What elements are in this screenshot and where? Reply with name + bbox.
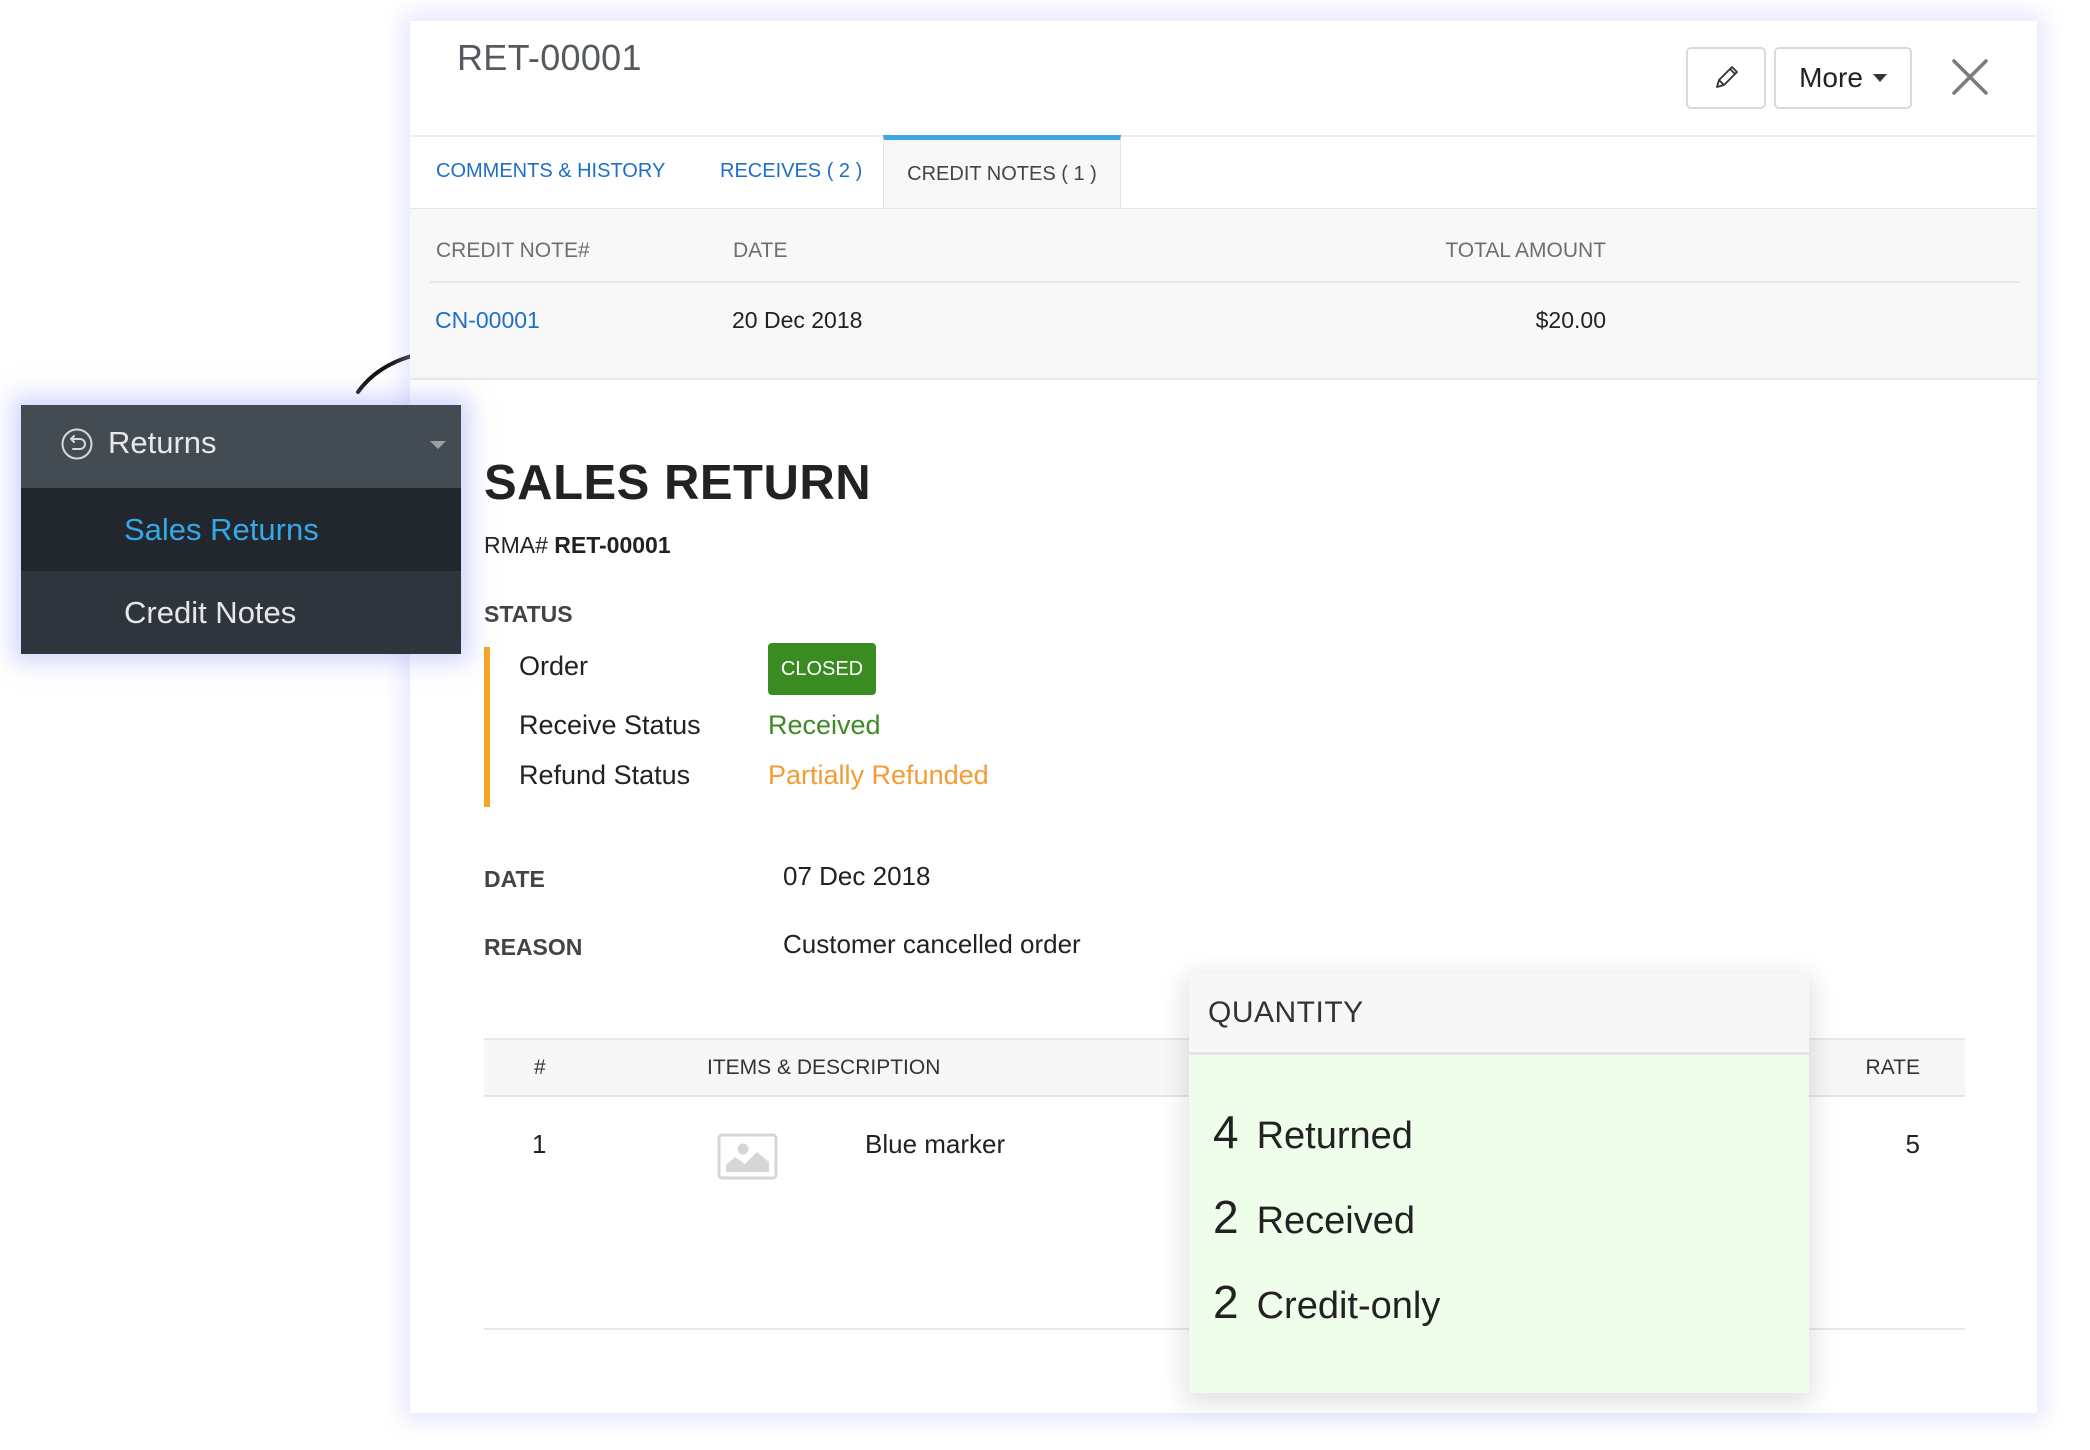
item-index: 1 — [532, 1129, 547, 1159]
rma-number: RMA# RET-00001 — [484, 532, 671, 559]
quantity-label: Credit-only — [1256, 1285, 1441, 1327]
sidebar-group-label: Returns — [108, 425, 217, 460]
tab-receives[interactable]: RECEIVES ( 2 ) — [720, 135, 862, 208]
item-rate: 5 — [1905, 1129, 1920, 1159]
sidebar-item-label: Credit Notes — [124, 594, 297, 630]
sidebar-group-returns[interactable]: Returns — [21, 405, 461, 488]
quantity-count: 4 — [1213, 1106, 1239, 1158]
rma-value: RET-00001 — [554, 532, 671, 558]
order-status-badge: CLOSED — [768, 643, 876, 695]
quantity-popup-header: QUANTITY — [1189, 974, 1809, 1055]
caret-down-icon — [430, 441, 446, 449]
page-title: RET-00001 — [457, 37, 642, 78]
quantity-count: 2 — [1213, 1191, 1239, 1243]
column-header-index: # — [534, 1056, 546, 1079]
quantity-title: QUANTITY — [1208, 996, 1364, 1029]
credit-note-date: 20 Dec 2018 — [732, 307, 863, 333]
return-circle-icon — [61, 428, 93, 460]
status-accent-bar — [484, 647, 490, 807]
rma-prefix: RMA# — [484, 532, 548, 558]
receive-status-value: Received — [768, 710, 881, 740]
tab-comments-history[interactable]: COMMENTS & HISTORY — [436, 135, 665, 208]
pencil-icon — [1716, 66, 1738, 88]
quantity-label: Returned — [1256, 1115, 1413, 1157]
image-placeholder-icon — [717, 1133, 778, 1180]
column-header-items: ITEMS & DESCRIPTION — [707, 1056, 941, 1079]
order-status-label: Order — [519, 651, 589, 681]
refund-status-label: Refund Status — [519, 760, 691, 790]
document-title: SALES RETURN — [484, 456, 872, 510]
more-label: More — [1799, 62, 1863, 93]
date-label: DATE — [484, 866, 545, 892]
credit-note-amount: $20.00 — [1535, 307, 1606, 333]
table-header-divider — [430, 281, 2020, 283]
caret-down-icon — [1872, 74, 1887, 82]
quantity-row-credit-only: 2 Credit-only — [1213, 1275, 1440, 1329]
sidebar-item-label: Sales Returns — [124, 511, 319, 547]
column-header-total-amount: TOTAL AMOUNT — [1445, 239, 1606, 262]
column-header-credit-note: CREDIT NOTE# — [436, 239, 590, 262]
quantity-count: 2 — [1213, 1276, 1239, 1328]
quantity-label: Received — [1256, 1200, 1416, 1242]
sidebar-item-sales-returns[interactable]: Sales Returns — [21, 488, 461, 571]
quantity-row-returned: 4 Returned — [1213, 1105, 1413, 1159]
refund-status-value: Partially Refunded — [768, 760, 989, 790]
item-name: Blue marker — [865, 1129, 1006, 1159]
sidebar-returns-menu: Returns Sales Returns Credit Notes — [21, 405, 461, 654]
receive-status-label: Receive Status — [519, 710, 701, 740]
quantity-row-received: 2 Received — [1213, 1190, 1415, 1244]
edit-button[interactable] — [1686, 47, 1766, 109]
column-header-rate: RATE — [1865, 1056, 1920, 1079]
sidebar-item-credit-notes[interactable]: Credit Notes — [21, 571, 461, 654]
tab-credit-notes[interactable]: CREDIT NOTES ( 1 ) — [883, 135, 1121, 208]
date-value: 07 Dec 2018 — [783, 861, 931, 891]
status-heading: STATUS — [484, 601, 573, 627]
credit-note-link[interactable]: CN-00001 — [435, 307, 540, 334]
quantity-popup: QUANTITY 4 Returned 2 Received 2 Credit-… — [1189, 974, 1809, 1393]
column-header-date: DATE — [733, 239, 788, 262]
more-dropdown-button[interactable]: More — [1774, 47, 1912, 109]
close-icon[interactable] — [1948, 55, 1992, 99]
credit-notes-table: CREDIT NOTE# DATE TOTAL AMOUNT CN-00001 … — [410, 208, 2037, 380]
reason-value: Customer cancelled order — [783, 929, 1081, 959]
reason-label: REASON — [484, 934, 583, 960]
